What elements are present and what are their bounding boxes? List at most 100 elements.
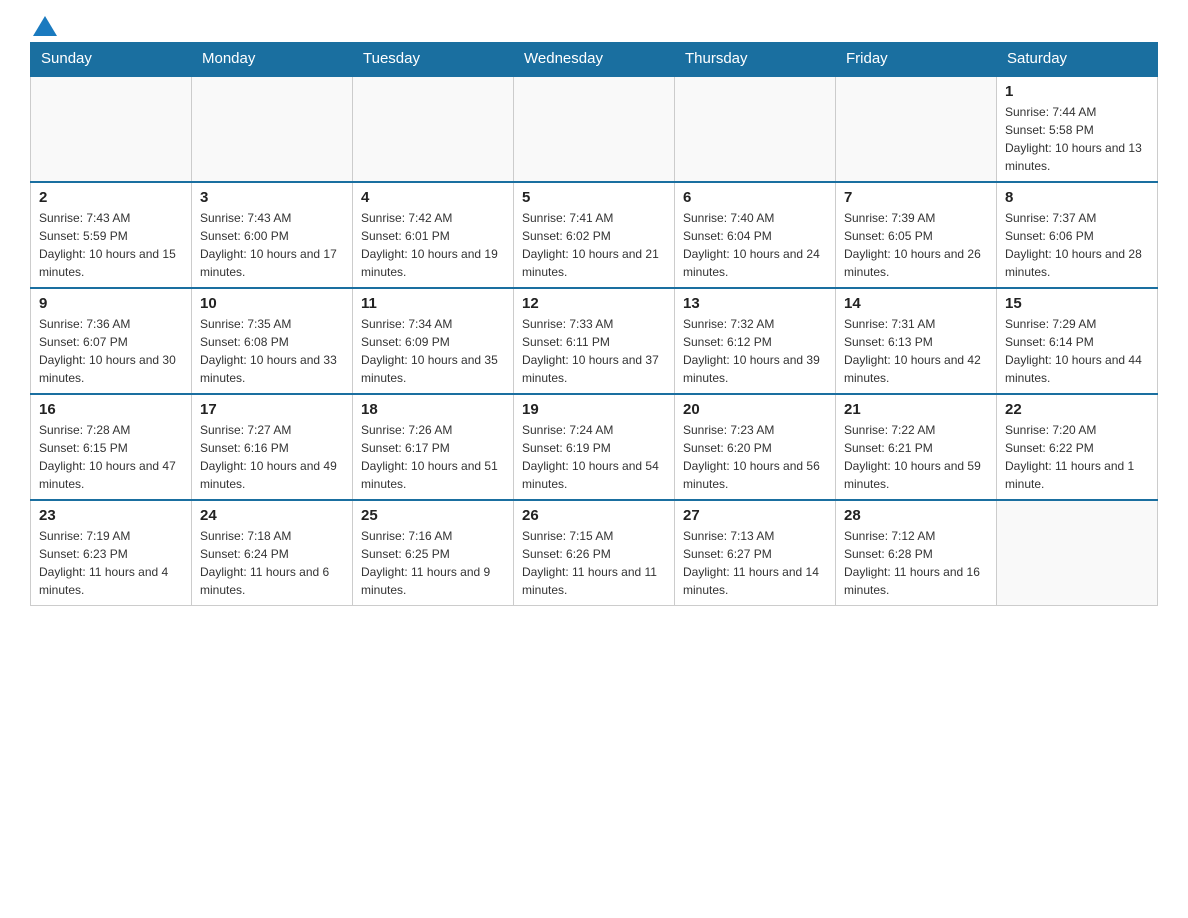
day-number: 3 <box>200 189 344 206</box>
calendar-week-row: 9 Sunrise: 7:36 AMSunset: 6:07 PMDaylight… <box>31 288 1158 394</box>
calendar-day-cell: 19 Sunrise: 7:24 AMSunset: 6:19 PMDayligh… <box>514 394 675 500</box>
calendar-day-cell: 14 Sunrise: 7:31 AMSunset: 6:13 PMDayligh… <box>836 288 997 394</box>
day-number: 11 <box>361 295 505 312</box>
calendar-day-cell: 20 Sunrise: 7:23 AMSunset: 6:20 PMDayligh… <box>675 394 836 500</box>
day-of-week-header: Tuesday <box>353 42 514 76</box>
calendar-day-cell: 15 Sunrise: 7:29 AMSunset: 6:14 PMDayligh… <box>997 288 1158 394</box>
day-number: 2 <box>39 189 183 206</box>
calendar-day-cell <box>675 76 836 182</box>
day-number: 26 <box>522 507 666 524</box>
day-info: Sunrise: 7:23 AMSunset: 6:20 PMDaylight:… <box>683 421 827 493</box>
day-info: Sunrise: 7:26 AMSunset: 6:17 PMDaylight:… <box>361 421 505 493</box>
calendar-day-cell: 1 Sunrise: 7:44 AMSunset: 5:58 PMDaylight… <box>997 76 1158 182</box>
day-info: Sunrise: 7:36 AMSunset: 6:07 PMDaylight:… <box>39 315 183 387</box>
calendar-day-cell: 26 Sunrise: 7:15 AMSunset: 6:26 PMDayligh… <box>514 500 675 606</box>
day-info: Sunrise: 7:16 AMSunset: 6:25 PMDaylight:… <box>361 527 505 599</box>
day-number: 20 <box>683 401 827 418</box>
day-info: Sunrise: 7:32 AMSunset: 6:12 PMDaylight:… <box>683 315 827 387</box>
calendar-header-row: SundayMondayTuesdayWednesdayThursdayFrid… <box>31 42 1158 76</box>
calendar-day-cell: 16Sunrise: 7:28 AMSunset: 6:15 PMDayligh… <box>31 394 192 500</box>
day-info: Sunrise: 7:28 AMSunset: 6:15 PMDaylight:… <box>39 421 183 493</box>
day-number: 8 <box>1005 189 1149 206</box>
day-number: 12 <box>522 295 666 312</box>
calendar-day-cell: 8 Sunrise: 7:37 AMSunset: 6:06 PMDaylight… <box>997 182 1158 288</box>
calendar-week-row: 23Sunrise: 7:19 AMSunset: 6:23 PMDayligh… <box>31 500 1158 606</box>
calendar-day-cell: 7 Sunrise: 7:39 AMSunset: 6:05 PMDaylight… <box>836 182 997 288</box>
calendar-week-row: 16Sunrise: 7:28 AMSunset: 6:15 PMDayligh… <box>31 394 1158 500</box>
day-number: 10 <box>200 295 344 312</box>
day-info: Sunrise: 7:41 AMSunset: 6:02 PMDaylight:… <box>522 209 666 281</box>
day-number: 14 <box>844 295 988 312</box>
calendar-day-cell: 12 Sunrise: 7:33 AMSunset: 6:11 PMDayligh… <box>514 288 675 394</box>
calendar-day-cell: 24 Sunrise: 7:18 AMSunset: 6:24 PMDayligh… <box>192 500 353 606</box>
day-number: 1 <box>1005 83 1149 100</box>
day-info: Sunrise: 7:12 AMSunset: 6:28 PMDaylight:… <box>844 527 988 599</box>
page-header <box>30 20 1158 32</box>
day-info: Sunrise: 7:20 AMSunset: 6:22 PMDaylight:… <box>1005 421 1149 493</box>
day-info: Sunrise: 7:24 AMSunset: 6:19 PMDaylight:… <box>522 421 666 493</box>
day-info: Sunrise: 7:44 AMSunset: 5:58 PMDaylight:… <box>1005 103 1149 175</box>
logo <box>30 20 57 32</box>
calendar-week-row: 2 Sunrise: 7:43 AMSunset: 5:59 PMDaylight… <box>31 182 1158 288</box>
calendar-day-cell: 28 Sunrise: 7:12 AMSunset: 6:28 PMDayligh… <box>836 500 997 606</box>
day-number: 13 <box>683 295 827 312</box>
day-number: 15 <box>1005 295 1149 312</box>
day-info: Sunrise: 7:34 AMSunset: 6:09 PMDaylight:… <box>361 315 505 387</box>
day-number: 6 <box>683 189 827 206</box>
day-info: Sunrise: 7:13 AMSunset: 6:27 PMDaylight:… <box>683 527 827 599</box>
calendar-day-cell: 23Sunrise: 7:19 AMSunset: 6:23 PMDayligh… <box>31 500 192 606</box>
day-number: 4 <box>361 189 505 206</box>
day-info: Sunrise: 7:35 AMSunset: 6:08 PMDaylight:… <box>200 315 344 387</box>
day-number: 19 <box>522 401 666 418</box>
day-number: 27 <box>683 507 827 524</box>
calendar-week-row: 1 Sunrise: 7:44 AMSunset: 5:58 PMDaylight… <box>31 76 1158 182</box>
day-info: Sunrise: 7:39 AMSunset: 6:05 PMDaylight:… <box>844 209 988 281</box>
day-number: 21 <box>844 401 988 418</box>
calendar-day-cell: 13 Sunrise: 7:32 AMSunset: 6:12 PMDayligh… <box>675 288 836 394</box>
day-of-week-header: Wednesday <box>514 42 675 76</box>
calendar-day-cell: 18 Sunrise: 7:26 AMSunset: 6:17 PMDayligh… <box>353 394 514 500</box>
calendar-day-cell: 11 Sunrise: 7:34 AMSunset: 6:09 PMDayligh… <box>353 288 514 394</box>
calendar-day-cell: 21 Sunrise: 7:22 AMSunset: 6:21 PMDayligh… <box>836 394 997 500</box>
calendar-day-cell: 27 Sunrise: 7:13 AMSunset: 6:27 PMDayligh… <box>675 500 836 606</box>
calendar-day-cell <box>997 500 1158 606</box>
day-info: Sunrise: 7:40 AMSunset: 6:04 PMDaylight:… <box>683 209 827 281</box>
day-number: 18 <box>361 401 505 418</box>
day-info: Sunrise: 7:18 AMSunset: 6:24 PMDaylight:… <box>200 527 344 599</box>
calendar-day-cell <box>192 76 353 182</box>
day-number: 22 <box>1005 401 1149 418</box>
logo-triangle-icon <box>33 16 57 36</box>
calendar-day-cell: 3Sunrise: 7:43 AMSunset: 6:00 PMDaylight… <box>192 182 353 288</box>
calendar-table: SundayMondayTuesdayWednesdayThursdayFrid… <box>30 42 1158 606</box>
day-number: 24 <box>200 507 344 524</box>
day-info: Sunrise: 7:22 AMSunset: 6:21 PMDaylight:… <box>844 421 988 493</box>
day-info: Sunrise: 7:37 AMSunset: 6:06 PMDaylight:… <box>1005 209 1149 281</box>
calendar-day-cell: 5Sunrise: 7:41 AMSunset: 6:02 PMDaylight… <box>514 182 675 288</box>
day-number: 7 <box>844 189 988 206</box>
day-info: Sunrise: 7:43 AMSunset: 5:59 PMDaylight:… <box>39 209 183 281</box>
day-info: Sunrise: 7:27 AMSunset: 6:16 PMDaylight:… <box>200 421 344 493</box>
day-info: Sunrise: 7:19 AMSunset: 6:23 PMDaylight:… <box>39 527 183 599</box>
calendar-day-cell: 2 Sunrise: 7:43 AMSunset: 5:59 PMDaylight… <box>31 182 192 288</box>
calendar-day-cell: 9 Sunrise: 7:36 AMSunset: 6:07 PMDaylight… <box>31 288 192 394</box>
day-of-week-header: Thursday <box>675 42 836 76</box>
day-number: 17 <box>200 401 344 418</box>
calendar-day-cell <box>31 76 192 182</box>
day-info: Sunrise: 7:15 AMSunset: 6:26 PMDaylight:… <box>522 527 666 599</box>
day-info: Sunrise: 7:31 AMSunset: 6:13 PMDaylight:… <box>844 315 988 387</box>
day-number: 28 <box>844 507 988 524</box>
day-of-week-header: Monday <box>192 42 353 76</box>
day-info: Sunrise: 7:33 AMSunset: 6:11 PMDaylight:… <box>522 315 666 387</box>
calendar-day-cell: 6 Sunrise: 7:40 AMSunset: 6:04 PMDaylight… <box>675 182 836 288</box>
calendar-day-cell <box>514 76 675 182</box>
calendar-day-cell <box>836 76 997 182</box>
calendar-day-cell: 22 Sunrise: 7:20 AMSunset: 6:22 PMDayligh… <box>997 394 1158 500</box>
calendar-day-cell: 4 Sunrise: 7:42 AMSunset: 6:01 PMDaylight… <box>353 182 514 288</box>
day-info: Sunrise: 7:29 AMSunset: 6:14 PMDaylight:… <box>1005 315 1149 387</box>
day-info: Sunrise: 7:42 AMSunset: 6:01 PMDaylight:… <box>361 209 505 281</box>
day-number: 25 <box>361 507 505 524</box>
calendar-day-cell: 25 Sunrise: 7:16 AMSunset: 6:25 PMDayligh… <box>353 500 514 606</box>
day-of-week-header: Saturday <box>997 42 1158 76</box>
day-number: 9 <box>39 295 183 312</box>
day-of-week-header: Friday <box>836 42 997 76</box>
